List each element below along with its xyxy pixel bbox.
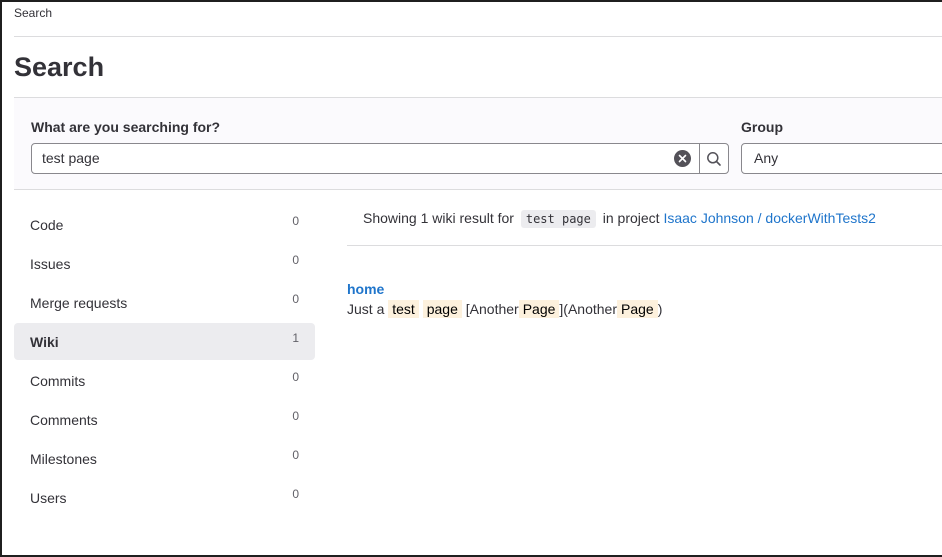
sidebar-item-issues[interactable]: Issues 0 — [14, 245, 315, 282]
search-box[interactable] — [31, 143, 700, 174]
close-icon — [678, 154, 687, 163]
group-label: Group — [741, 119, 783, 135]
group-select[interactable]: Any — [741, 143, 942, 174]
sidebar-item-label: Code — [30, 216, 64, 233]
excerpt-text: ](Another — [559, 301, 617, 317]
sidebar-item-comments[interactable]: Comments 0 — [14, 401, 315, 438]
sidebar-item-count: 0 — [292, 409, 299, 423]
search-input[interactable] — [42, 144, 662, 173]
results-summary-middle: in project — [602, 210, 660, 226]
search-result-excerpt: Just a test page [Another Page](Another Pa… — [347, 300, 663, 318]
results-query-chip: test page — [520, 210, 596, 228]
excerpt-highlight: page — [422, 300, 462, 318]
excerpt-highlight: test — [388, 300, 419, 318]
breadcrumb[interactable]: Search — [14, 6, 52, 20]
sidebar-item-label: Comments — [30, 411, 98, 428]
search-submit-button[interactable] — [699, 143, 729, 174]
sidebar-item-count: 0 — [292, 292, 299, 306]
sidebar-item-code[interactable]: Code 0 — [14, 206, 315, 243]
header-divider — [14, 36, 942, 37]
page-title: Search — [14, 52, 105, 82]
sidebar-item-count: 0 — [292, 370, 299, 384]
clear-search-icon[interactable] — [674, 150, 691, 167]
search-result-item: home Just a test page [Another Page](Anot… — [347, 281, 663, 318]
sidebar-item-users[interactable]: Users 0 — [14, 479, 315, 516]
results-summary-prefix: Showing 1 wiki result for — [363, 210, 514, 226]
excerpt-text: ) — [657, 301, 663, 317]
search-result-title-link[interactable]: home — [347, 281, 662, 297]
sidebar-item-label: Commits — [30, 372, 86, 389]
sidebar-item-count: 1 — [292, 331, 299, 345]
sidebar-item-count: 0 — [292, 448, 299, 462]
project-link[interactable]: Isaac Johnson / dockerWithTests2 — [663, 210, 875, 226]
sidebar-item-label: Wiki — [30, 333, 59, 350]
sidebar-item-label: Users — [30, 489, 67, 506]
search-label: What are you searching for? — [31, 119, 221, 135]
results-summary: Showing 1 wiki result for test page in p… — [347, 202, 942, 246]
sidebar-item-count: 0 — [292, 214, 299, 228]
scope-sidebar: Code 0 Issues 0 Merge requests 0 Wiki 1 … — [14, 206, 315, 518]
sidebar-item-count: 0 — [292, 253, 299, 267]
search-icon — [707, 151, 721, 166]
app-window: Search Search What are you searching for… — [0, 0, 942, 557]
sidebar-item-milestones[interactable]: Milestones 0 — [14, 440, 315, 477]
sidebar-item-label: Milestones — [30, 450, 97, 467]
sidebar-item-label: Issues — [30, 255, 71, 272]
sidebar-item-count: 0 — [292, 487, 299, 501]
excerpt-highlight: Page — [518, 300, 560, 318]
sidebar-item-merge-requests[interactable]: Merge requests 0 — [14, 284, 315, 321]
excerpt-text: Just a — [347, 301, 385, 317]
sidebar-item-commits[interactable]: Commits 0 — [14, 362, 315, 399]
search-panel: What are you searching for? Group Any — [14, 97, 942, 190]
excerpt-text: [Another — [465, 301, 519, 317]
sidebar-item-wiki[interactable]: Wiki 1 — [14, 323, 315, 360]
sidebar-item-label: Merge requests — [30, 294, 128, 311]
excerpt-highlight: Page — [617, 300, 658, 318]
